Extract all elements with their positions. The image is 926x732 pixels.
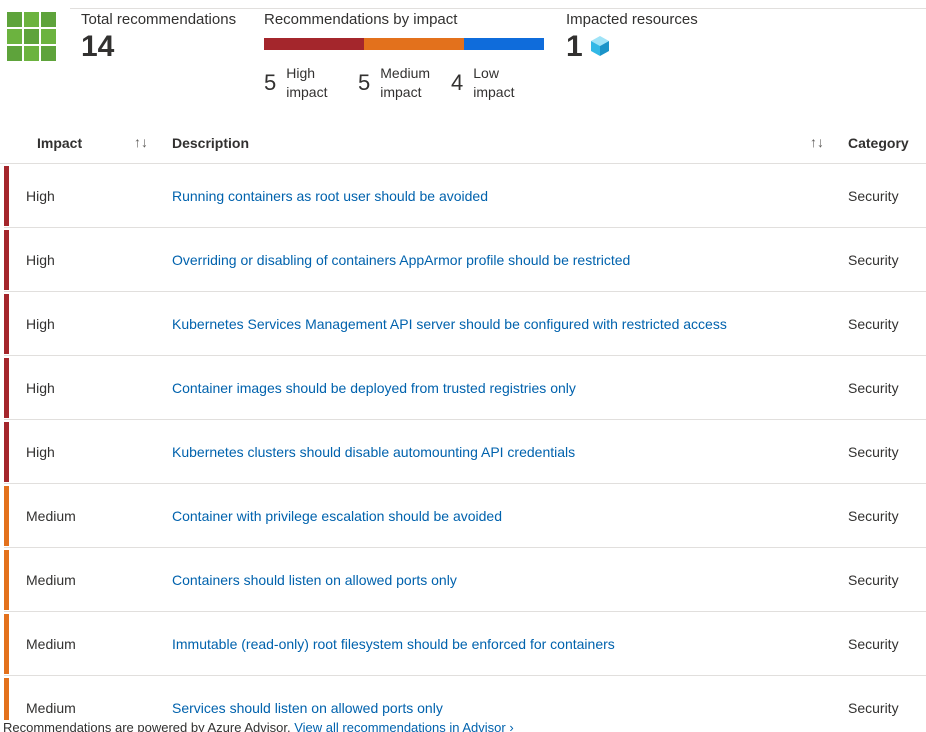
chevron-right-icon: › bbox=[509, 720, 514, 732]
row-description-link[interactable]: Container with privilege escalation shou… bbox=[172, 508, 502, 524]
row-impact: High bbox=[26, 188, 55, 204]
medium-impact-count: 5 Medium impact bbox=[358, 64, 440, 102]
low-impact-label-line2: impact bbox=[473, 84, 515, 100]
table-row[interactable]: Medium Containers should listen on allow… bbox=[4, 548, 926, 612]
low-impact-count: 4 Low impact bbox=[451, 64, 533, 102]
impact-stripe bbox=[4, 166, 9, 226]
table-row[interactable]: High Kubernetes Services Management API … bbox=[4, 292, 926, 356]
table-row[interactable]: High Kubernetes clusters should disable … bbox=[4, 420, 926, 484]
view-all-link-text: View all recommendations in Advisor bbox=[294, 720, 506, 732]
column-header-description[interactable]: Description bbox=[172, 135, 249, 151]
impact-stripe bbox=[4, 422, 9, 482]
impact-distribution-bar bbox=[264, 38, 544, 50]
impact-stripe bbox=[4, 550, 9, 610]
row-description-link[interactable]: Running containers as root user should b… bbox=[172, 188, 488, 204]
total-recommendations-label: Total recommendations bbox=[81, 11, 237, 28]
row-category: Security bbox=[848, 252, 899, 268]
medium-impact-label-line1: Medium bbox=[380, 65, 431, 81]
row-impact: Medium bbox=[26, 700, 76, 716]
row-description-link[interactable]: Container images should be deployed from… bbox=[172, 380, 576, 396]
impact-stripe bbox=[4, 230, 9, 290]
row-category: Security bbox=[848, 508, 899, 524]
row-impact: Medium bbox=[26, 636, 76, 652]
row-category: Security bbox=[848, 700, 899, 716]
table-row[interactable]: Medium Immutable (read-only) root filesy… bbox=[4, 612, 926, 676]
column-header-impact[interactable]: Impact bbox=[37, 135, 82, 151]
row-description-link[interactable]: Overriding or disabling of containers Ap… bbox=[172, 252, 630, 268]
sort-description-icon[interactable]: ↑↓ bbox=[810, 134, 824, 150]
kubernetes-cube-icon bbox=[591, 36, 609, 56]
advisor-footer: Recommendations are powered by Azure Adv… bbox=[3, 720, 514, 732]
row-category: Security bbox=[848, 316, 899, 332]
high-impact-count: 5 High impact bbox=[264, 64, 346, 102]
impact-bar-medium-segment bbox=[364, 38, 464, 50]
row-category: Security bbox=[848, 444, 899, 460]
impact-stripe bbox=[4, 486, 9, 546]
row-description-link[interactable]: Services should listen on allowed ports … bbox=[172, 700, 443, 716]
table-header: Impact ↑↓ Description ↑↓ Category bbox=[0, 122, 926, 164]
low-impact-label-line1: Low bbox=[473, 65, 499, 81]
row-description-link[interactable]: Kubernetes clusters should disable autom… bbox=[172, 444, 575, 460]
row-impact: High bbox=[26, 316, 55, 332]
row-description-link[interactable]: Containers should listen on allowed port… bbox=[172, 572, 457, 588]
view-all-recommendations-link[interactable]: View all recommendations in Advisor › bbox=[294, 720, 513, 732]
total-recommendations-value: 14 bbox=[81, 30, 115, 63]
low-impact-number: 4 bbox=[451, 70, 464, 95]
summary-divider bbox=[70, 8, 926, 9]
sort-impact-icon[interactable]: ↑↓ bbox=[134, 134, 148, 150]
medium-impact-label-line2: impact bbox=[380, 84, 422, 100]
impact-stripe bbox=[4, 614, 9, 674]
impact-stripe bbox=[4, 358, 9, 418]
row-category: Security bbox=[848, 572, 899, 588]
impact-bar-low-segment bbox=[464, 38, 544, 50]
row-category: Security bbox=[848, 188, 899, 204]
recommendations-table-body: High Running containers as root user sho… bbox=[4, 164, 926, 732]
row-impact: Medium bbox=[26, 572, 76, 588]
footer-text: Recommendations are powered by Azure Adv… bbox=[3, 720, 291, 732]
high-impact-label-line1: High bbox=[286, 65, 316, 81]
row-category: Security bbox=[848, 636, 899, 652]
high-impact-label-line2: impact bbox=[286, 84, 328, 100]
row-impact: Medium bbox=[26, 508, 76, 524]
table-row[interactable]: High Running containers as root user sho… bbox=[4, 164, 926, 228]
table-row[interactable]: High Container images should be deployed… bbox=[4, 356, 926, 420]
high-impact-number: 5 bbox=[264, 70, 277, 95]
row-category: Security bbox=[848, 380, 899, 396]
row-description-link[interactable]: Immutable (read-only) root filesystem sh… bbox=[172, 636, 615, 652]
row-description-link[interactable]: Kubernetes Services Management API serve… bbox=[172, 316, 727, 332]
impact-bar-high-segment bbox=[264, 38, 364, 50]
advisor-recommendations-panel: Total recommendations 14 Recommendations… bbox=[0, 0, 926, 732]
impacted-resources-value: 1 bbox=[566, 30, 583, 63]
table-row[interactable]: Medium Container with privilege escalati… bbox=[4, 484, 926, 548]
impacted-resources-label: Impacted resources bbox=[566, 11, 698, 28]
table-row[interactable]: High Overriding or disabling of containe… bbox=[4, 228, 926, 292]
recommendations-grid-icon bbox=[7, 12, 56, 61]
row-impact: High bbox=[26, 252, 55, 268]
column-header-category[interactable]: Category bbox=[848, 135, 909, 151]
row-impact: High bbox=[26, 444, 55, 460]
medium-impact-number: 5 bbox=[358, 70, 371, 95]
by-impact-label: Recommendations by impact bbox=[264, 11, 458, 28]
row-impact: High bbox=[26, 380, 55, 396]
impact-stripe bbox=[4, 294, 9, 354]
